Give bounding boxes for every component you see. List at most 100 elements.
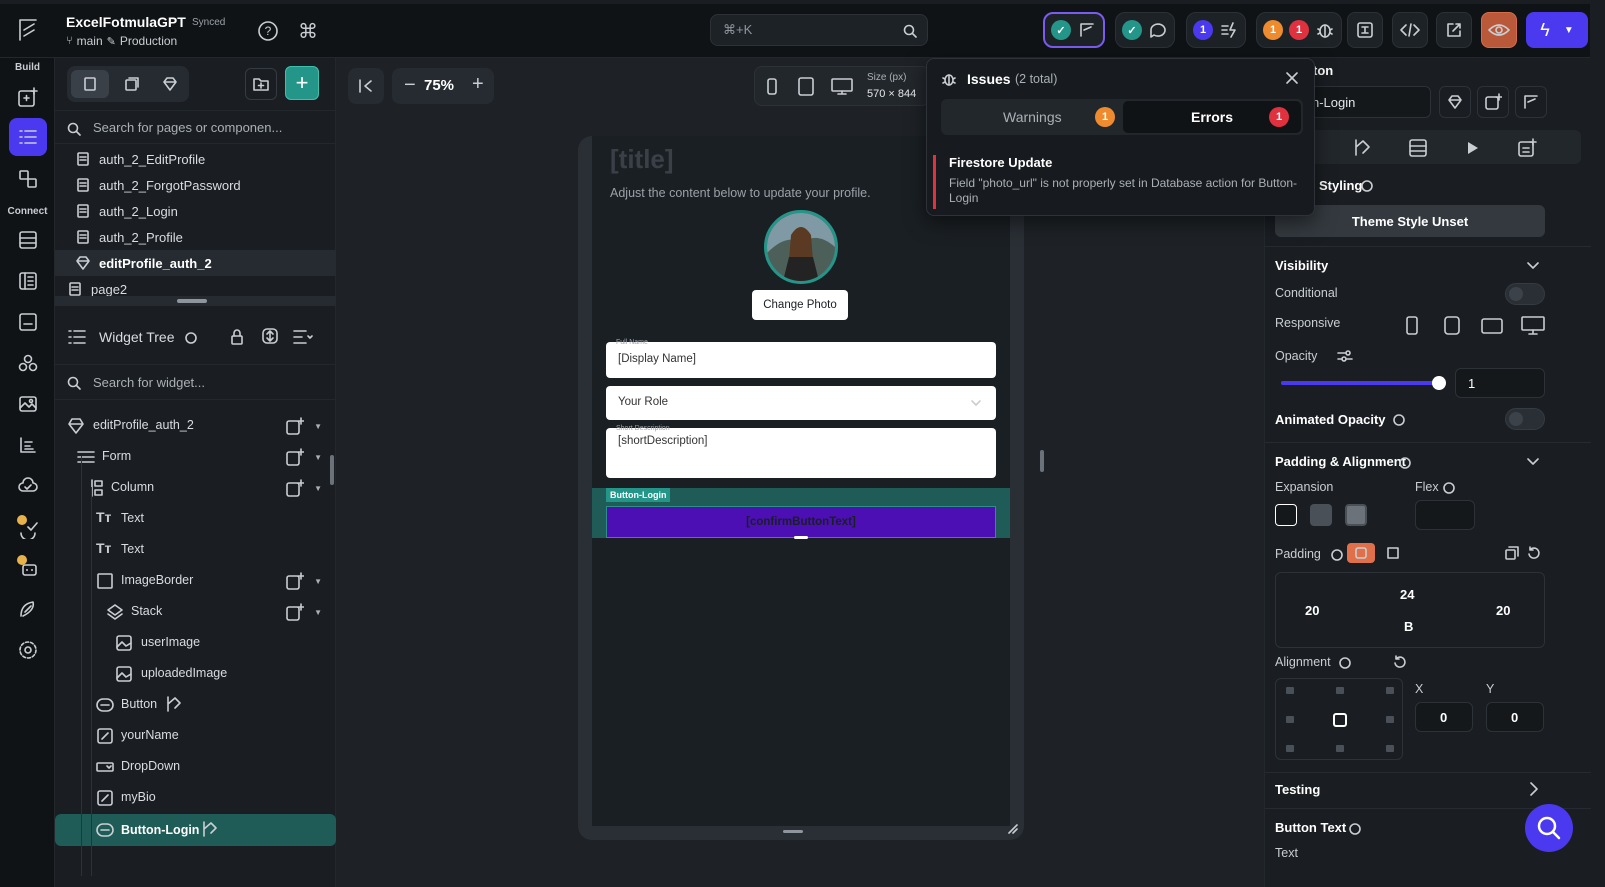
change-photo-button[interactable]: Change Photo: [752, 290, 848, 320]
tree-row-button[interactable]: Button: [55, 689, 336, 720]
tree-row-mybio[interactable]: myBio: [55, 782, 336, 813]
tree-options-icon[interactable]: [292, 328, 314, 346]
button-text-header[interactable]: Button Text: [1275, 820, 1346, 835]
tree-row-editprofile[interactable]: editProfile_auth_2 ▼: [55, 410, 336, 441]
flex-input[interactable]: [1415, 500, 1475, 530]
tree-row-text[interactable]: Tт Text: [55, 534, 336, 565]
widget-search[interactable]: Search for widget...: [55, 364, 336, 400]
padding-uniform-toggle[interactable]: [1347, 543, 1375, 563]
ai-agents-icon[interactable]: [9, 548, 47, 586]
settings-gear-icon[interactable]: [9, 631, 47, 669]
add-child-icon[interactable]: [286, 448, 304, 466]
library-tab-icon[interactable]: [151, 70, 189, 98]
media-assets-icon[interactable]: [9, 385, 47, 423]
page-item[interactable]: auth_2_Login: [55, 198, 336, 224]
tree-row-uploadedimage[interactable]: uploadedImage: [55, 658, 336, 689]
expand-collapse-icon[interactable]: [261, 327, 279, 345]
padding-individual-toggle[interactable]: [1383, 543, 1403, 563]
generated-code-tab-icon[interactable]: [1517, 138, 1537, 158]
tree-row-userimage[interactable]: userImage: [55, 627, 336, 658]
reset-icon[interactable]: [1527, 546, 1541, 560]
resize-handle[interactable]: [794, 536, 808, 539]
chevron-down-icon[interactable]: ▼: [314, 608, 322, 617]
padding-alignment-header[interactable]: Padding & Alignment: [1275, 454, 1406, 469]
add-folder-icon[interactable]: [245, 68, 277, 100]
tablet-icon[interactable]: [1443, 316, 1461, 336]
padding-right-value[interactable]: 20: [1496, 603, 1510, 618]
confirm-button[interactable]: [confirmButtonText]: [606, 506, 996, 538]
avatar[interactable]: [764, 210, 838, 284]
page-item-selected[interactable]: editProfile_auth_2: [55, 250, 336, 276]
action-flow-icon[interactable]: [201, 820, 219, 838]
run-button[interactable]: ϟ ▼: [1526, 12, 1588, 48]
short-description-field[interactable]: Short Description [shortDescription]: [606, 425, 996, 478]
app-state-icon[interactable]: [9, 262, 47, 300]
issues-pill[interactable]: 1 1: [1256, 12, 1342, 48]
phone-icon[interactable]: [1405, 316, 1419, 336]
info-icon[interactable]: [1339, 657, 1351, 669]
zoom-out-button[interactable]: −: [404, 74, 416, 97]
theme-icon[interactable]: [9, 426, 47, 464]
full-name-field[interactable]: Full Name [Display Name]: [606, 339, 996, 378]
database-icon[interactable]: [9, 221, 47, 259]
chevron-down-icon[interactable]: ▼: [314, 453, 322, 462]
info-icon[interactable]: [185, 332, 197, 344]
visibility-header[interactable]: Visibility: [1275, 258, 1328, 273]
tree-row-imageborder[interactable]: ImageBorder ▼: [55, 565, 336, 596]
chevron-down-icon[interactable]: ▼: [314, 422, 322, 431]
chevron-right-icon[interactable]: [1529, 782, 1539, 796]
widget-tree-nav-icon[interactable]: [9, 118, 47, 156]
align-x-input[interactable]: 0: [1415, 702, 1473, 732]
issue-item[interactable]: Firestore Update Field "photo_url" is no…: [949, 155, 1299, 211]
animated-opacity-toggle[interactable]: [1505, 408, 1545, 430]
desktop-icon[interactable]: [1521, 316, 1545, 336]
tree-row-stack[interactable]: Stack ▼: [55, 596, 336, 627]
tree-row-button-login-selected[interactable]: Button-Login: [55, 814, 336, 846]
reset-icon[interactable]: [1393, 655, 1407, 669]
animation-play-tab-icon[interactable]: [1463, 139, 1481, 157]
ai-generate-icon[interactable]: [1515, 86, 1547, 118]
close-icon[interactable]: [1285, 71, 1299, 85]
canvas-scroll-handle[interactable]: [1040, 450, 1044, 472]
add-child-icon[interactable]: [286, 603, 304, 621]
tree-row-dropdown[interactable]: DropDown: [55, 751, 336, 782]
tree-row-text[interactable]: Tт Text: [55, 503, 336, 534]
expansion-flexible-icon[interactable]: [1310, 504, 1332, 526]
tab-warnings[interactable]: Warnings 1: [943, 101, 1121, 133]
help-search-fab[interactable]: [1525, 804, 1573, 852]
wrap-widget-icon[interactable]: [1477, 86, 1509, 118]
testing-header[interactable]: Testing: [1275, 782, 1320, 797]
chevron-down-icon[interactable]: [1527, 457, 1539, 467]
role-dropdown[interactable]: Your Role: [606, 386, 996, 420]
expansion-expanded-icon[interactable]: [1345, 504, 1367, 526]
code-icon[interactable]: [1392, 12, 1428, 48]
phone-icon[interactable]: [765, 78, 779, 96]
info-icon[interactable]: [1361, 180, 1373, 192]
desktop-icon[interactable]: [831, 78, 853, 96]
action-flow-icon[interactable]: [165, 695, 183, 713]
pages-tab-icon[interactable]: [71, 70, 109, 98]
corner-resize-icon[interactable]: [1006, 822, 1018, 834]
flutterflow-logo-icon[interactable]: [16, 16, 40, 44]
chevron-down-icon[interactable]: ▼: [314, 577, 322, 586]
phone-screen[interactable]: [title] Adjust the content below to upda…: [592, 136, 1010, 826]
padding-bottom-value[interactable]: B: [1404, 619, 1413, 634]
page-item[interactable]: auth_2_ForgotPassword: [55, 172, 336, 198]
command-search[interactable]: ⌘+K: [710, 14, 928, 46]
convert-to-component-icon[interactable]: [1439, 86, 1471, 118]
storyboard-icon[interactable]: [9, 160, 47, 198]
pages-scrollbar-handle[interactable]: [177, 299, 207, 303]
command-icon[interactable]: ⌘: [295, 18, 321, 44]
help-icon[interactable]: ?: [255, 18, 281, 44]
expansion-default-icon[interactable]: [1275, 504, 1297, 526]
comments-pill[interactable]: ✓: [1115, 12, 1175, 48]
page-search[interactable]: Search for pages or componen...: [55, 110, 336, 144]
project-name[interactable]: ExcelFotmulaGPT: [66, 14, 186, 30]
info-icon[interactable]: [1443, 482, 1455, 494]
zoom-in-button[interactable]: +: [472, 73, 484, 96]
theme-style-button[interactable]: Theme Style Unset: [1275, 205, 1545, 237]
tab-errors[interactable]: Errors 1: [1123, 101, 1301, 133]
actions-tab-icon[interactable]: [1353, 138, 1373, 158]
tablet-landscape-icon[interactable]: [1481, 318, 1503, 334]
conditional-toggle[interactable]: [1505, 283, 1545, 305]
